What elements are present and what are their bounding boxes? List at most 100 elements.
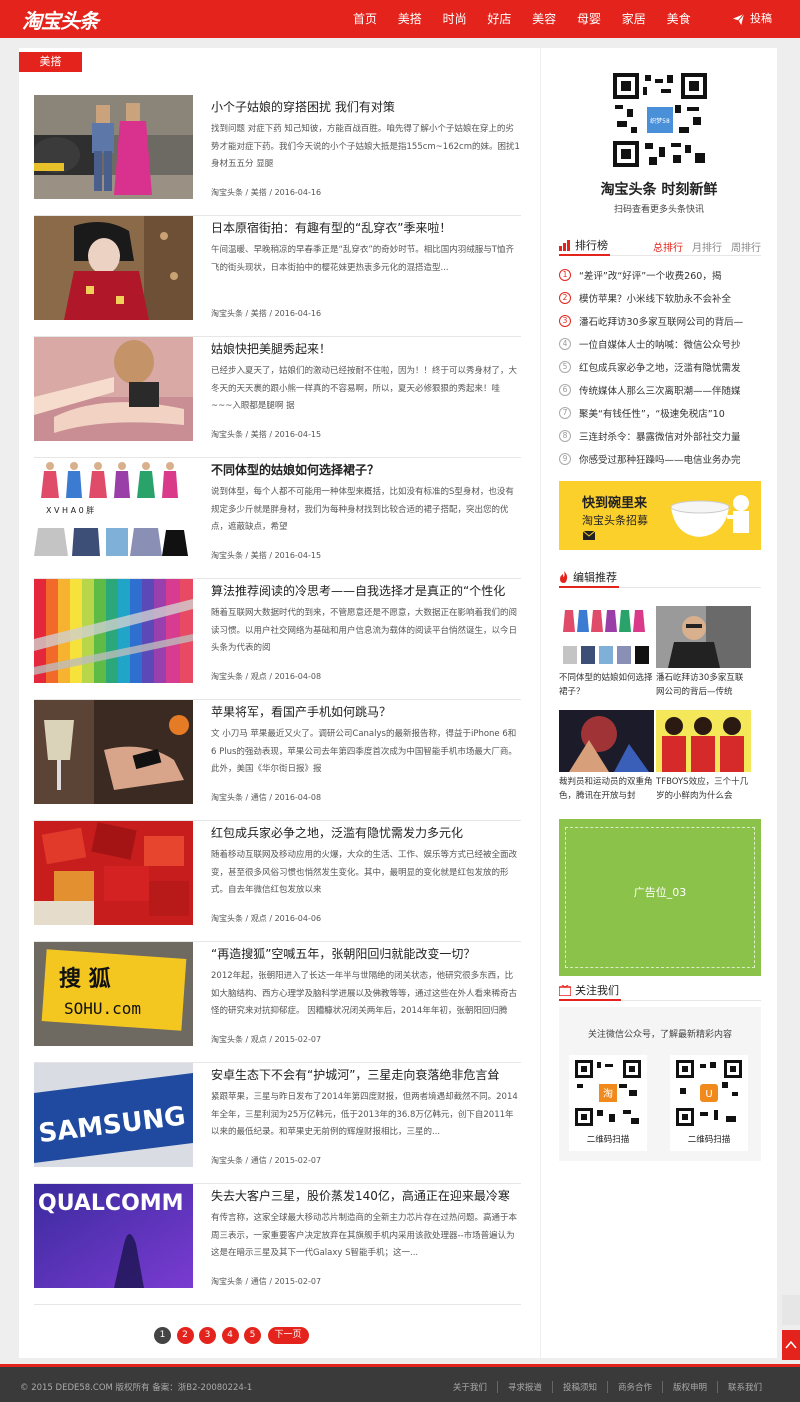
article-summary: 文 小刀马 苹果最近又火了。调研公司Canalys的最新报告称，得益于iPhon… [211,729,517,774]
rank-item-title[interactable]: “差评”改“好评”一个收费260，揭 [579,268,721,282]
rank-item-title[interactable]: 传统媒体人那么三次离职潮——伴随媒 [579,383,741,397]
next-page-button[interactable]: 下一页 [267,1327,309,1344]
editor-caption[interactable]: TFBOYS效应，三个十几岁的小鲜肉为什么会 [656,775,751,803]
article-title[interactable]: 红包成兵家必争之地，泛滥有隐忧需发力多元化 [211,825,521,841]
rank-item-title[interactable]: 你感受过那种狂躁吗——电信业务办完 [579,452,741,466]
article-category: 美搭 [250,309,267,318]
editor-item[interactable]: 不同体型的姑娘如何选择裙子？ [559,606,654,699]
nav-item-beauty[interactable]: 美容 [525,0,563,38]
article-item[interactable]: 姑娘快把美腿秀起来！ 已经步入夏天了，姑娘们的激动已经按耐不住啦，因为！！终于可… [34,337,521,458]
rank-item-title[interactable]: 一位自媒体人士的呐喊：微信公众号抄 [579,337,741,351]
article-title[interactable]: 算法推荐阅读的冷思考——自我选择才是真正的“个性化 [211,583,521,599]
nav-item-home-living[interactable]: 家居 [615,0,653,38]
article-source: 淘宝头条 [211,1277,243,1286]
article-item[interactable]: 小个子姑娘的穿搭困扰 我们有对策 找到问题 对症下药 知己知彼，方能百战百胜。咱… [34,95,521,216]
article-title[interactable]: “再造搜狐”空喊五年，张朝阳回归就能改变一切？ [211,946,521,962]
pagination: 1 2 3 4 5 下一页 [154,1327,309,1344]
ad-slot[interactable]: 广告位_03 [559,819,761,976]
site-logo[interactable]: 淘宝头条 [22,5,99,34]
article-item[interactable]: SAMSUNG 安卓生态下不会有“护城河”，三星走向衰落绝非危言耸 紧跟苹果，三… [34,1063,521,1184]
article-title[interactable]: 失去大客户三星，股价蒸发140亿，高通正在迎来最冷寒 [211,1188,521,1204]
rank-item[interactable]: 3 潘石屹拜访30多家互联网公司的背后— [559,313,759,329]
rank-item[interactable]: 2 模仿苹果？小米线下软肋永不会补全 [559,290,759,306]
app-qr-card[interactable]: U 二维码扫描 [670,1055,748,1151]
article-title[interactable]: 小个子姑娘的穿搭困扰 我们有对策 [211,99,521,115]
rank-item-title[interactable]: 三连封杀令：暴露微信对外部社交力量 [579,429,741,443]
article-item[interactable]: QUALCOMM 失去大客户三星，股价蒸发140亿，高通正在迎来最冷寒 有传言称… [34,1184,521,1305]
nav-item-fashion[interactable]: 时尚 [436,0,474,38]
article-thumbnail[interactable] [34,700,193,804]
rank-number: 5 [559,361,571,373]
nav-item-baby[interactable]: 母婴 [570,0,608,38]
nav-item-home[interactable]: 首页 [346,0,384,38]
article-item[interactable]: 搜 狐 SOHU.com “再造搜狐”空喊五年，张朝阳回归就能改变一切？ 2012… [34,942,521,1063]
rank-item[interactable]: 6 传统媒体人那么三次离职潮——伴随媒 [559,382,759,398]
page-3-button[interactable]: 3 [199,1327,216,1344]
post-article-button[interactable]: 投稿 [733,0,772,38]
tab-overall-rank[interactable]: 总排行 [653,239,683,254]
article-thumbnail[interactable] [34,337,193,441]
rank-item[interactable]: 7 聚美“有钱任性”，“极速免税店”10 [559,405,759,421]
article-title[interactable]: 不同体型的姑娘如何选择裙子？ [211,462,521,478]
rank-item-title[interactable]: 红包成兵家必争之地，泛滥有隐忧需发 [579,360,741,374]
footer-link-about[interactable]: 关于我们 [443,1381,487,1393]
rank-item[interactable]: 4 一位自媒体人士的呐喊：微信公众号抄 [559,336,759,352]
article-thumbnail[interactable] [34,579,193,683]
article-item[interactable]: 算法推荐阅读的冷思考——自我选择才是真正的“个性化 随着互联网大数据时代的到来，… [34,579,521,700]
editor-thumbnail[interactable] [559,710,654,772]
svg-text:搜 狐: 搜 狐 [59,966,111,992]
page-1-button[interactable]: 1 [154,1327,171,1344]
editor-thumbnail[interactable] [656,710,751,772]
editor-item[interactable]: 裁判员和运动员的双重角色，腾讯在开放与封 [559,710,654,803]
rank-item[interactable]: 9 你感受过那种狂躁吗——电信业务办完 [559,451,759,467]
rank-item[interactable]: 8 三连封杀令：暴露微信对外部社交力量 [559,428,759,444]
page-4-button[interactable]: 4 [221,1327,239,1344]
wechat-qr-card[interactable]: 淘 二维码扫描 [569,1055,647,1151]
qr-code: 淘 [575,1060,641,1126]
editor-item[interactable]: 潘石屹拜访30多家互联网公司的背后—传统 [656,606,751,699]
tab-weekly-rank[interactable]: 周排行 [731,239,761,254]
nav-item-food[interactable]: 美食 [660,0,698,38]
article-item[interactable]: 苹果将军，看国产手机如何跳马？ 文 小刀马 苹果最近又火了。调研公司Canaly… [34,700,521,821]
footer-link-coverage[interactable]: 寻求报道 [496,1381,542,1393]
article-item[interactable]: X V H A 0 胖 不同体型的姑娘如何选择裙子？ 说到体型，每个人都不可能用… [34,458,521,579]
rank-item[interactable]: 5 红包成兵家必争之地，泛滥有隐忧需发 [559,359,759,375]
tab-monthly-rank[interactable]: 月排行 [692,239,722,254]
nav-item-style[interactable]: 美搭 [391,0,429,38]
article-title[interactable]: 姑娘快把美腿秀起来！ [211,341,521,357]
footer-link-business[interactable]: 商务合作 [606,1381,652,1393]
page-5-button[interactable]: 5 [244,1327,261,1344]
editor-caption[interactable]: 不同体型的姑娘如何选择裙子？ [559,671,654,699]
article-date: 2016-04-15 [274,430,322,439]
article-title[interactable]: 苹果将军，看国产手机如何跳马？ [211,704,521,720]
page-2-button[interactable]: 2 [176,1327,194,1344]
editor-caption[interactable]: 裁判员和运动员的双重角色，腾讯在开放与封 [559,775,654,803]
float-side-button[interactable] [782,1295,800,1325]
article-thumbnail[interactable]: X V H A 0 胖 [34,458,193,562]
article-item[interactable]: 红包成兵家必争之地，泛滥有隐忧需发力多元化 随着移动互联网及移动应用的火爆，大众… [34,821,521,942]
article-thumbnail[interactable]: QUALCOMM [34,1184,193,1288]
rank-item-title[interactable]: 模仿苹果？小米线下软肋永不会补全 [579,291,731,305]
article-thumbnail[interactable] [34,216,193,320]
nav-item-shops[interactable]: 好店 [480,0,518,38]
rank-number: 2 [559,292,571,304]
article-thumbnail[interactable]: SAMSUNG [34,1063,193,1167]
article-title[interactable]: 日本原宿街拍：有趣有型的“乱穿衣”季来啦！ [211,220,521,236]
rank-item-title[interactable]: 潘石屹拜访30多家互联网公司的背后— [579,314,743,328]
footer-link-copyright[interactable]: 版权申明 [661,1381,707,1393]
article-title[interactable]: 安卓生态下不会有“护城河”，三星走向衰落绝非危言耸 [211,1067,521,1083]
recruit-banner[interactable]: 快到碗里来 淘宝头条招募 [559,481,761,550]
editor-thumbnail[interactable] [559,606,654,668]
footer-link-submission-guide[interactable]: 投稿须知 [551,1381,597,1393]
editor-caption[interactable]: 潘石屹拜访30多家互联网公司的背后—传统 [656,671,751,699]
article-thumbnail[interactable] [34,821,193,925]
back-to-top-button[interactable] [782,1330,800,1360]
rank-item-title[interactable]: 聚美“有钱任性”，“极速免税店”10 [579,406,725,420]
article-item[interactable]: 日本原宿街拍：有趣有型的“乱穿衣”季来啦！ 午间温暖、早晚稍凉的早春季正是“乱穿… [34,216,521,337]
editor-item[interactable]: TFBOYS效应，三个十几岁的小鲜肉为什么会 [656,710,751,803]
article-thumbnail[interactable]: 搜 狐 SOHU.com [34,942,193,1046]
article-thumbnail[interactable] [34,95,193,199]
rank-item[interactable]: 1 “差评”改“好评”一个收费260，揭 [559,267,759,283]
footer-link-contact[interactable]: 联系我们 [716,1381,762,1393]
editor-thumbnail[interactable] [656,606,751,668]
